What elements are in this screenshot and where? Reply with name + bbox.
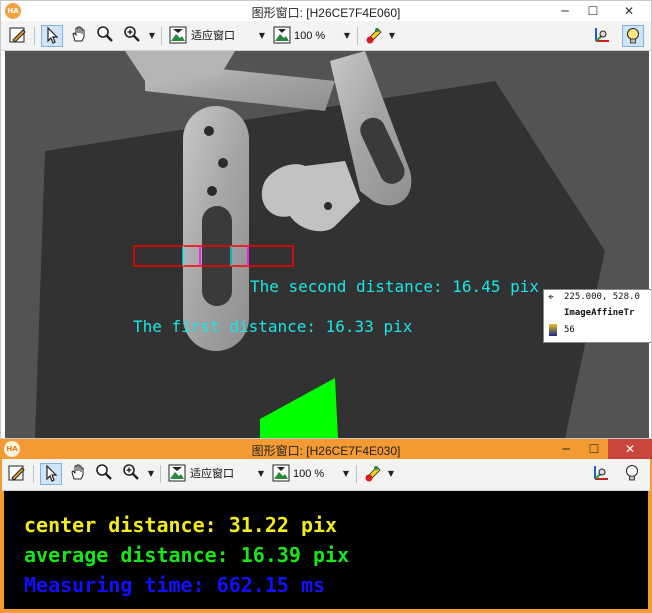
bulb-icon[interactable] [621,463,643,485]
measuring-time-text: Measuring time: 662.15 ms [24,573,326,597]
minimize-button[interactable]: ─ [551,1,579,21]
zoom-percent-caret[interactable]: ▼ [341,463,351,485]
axis-icon[interactable] [590,463,612,485]
toolbar-separator [356,465,357,483]
hand-icon[interactable] [67,463,89,485]
crosshair-icon: ⌖ [548,292,554,303]
close-button[interactable]: ✕ [607,1,651,21]
tooltip-gray-value: 56 [564,325,575,335]
pencil-icon[interactable] [6,463,28,485]
average-distance-text: average distance: 16.39 pix [24,543,350,567]
fit-dropdown-caret[interactable]: ▼ [256,463,266,485]
zoom-in-icon[interactable] [121,25,143,47]
image-zoom-icon[interactable] [270,463,292,485]
hole [207,186,217,196]
tooltip-image-name: ImageAffineTr [564,308,635,318]
toolbar: ▼ 适应窗口 ▼ 100 % ▼ ▼ [1,21,651,51]
image-fit-icon[interactable] [167,25,189,47]
result-display[interactable]: center distance: 31.22 pix average dista… [4,491,648,609]
fit-dropdown-caret[interactable]: ▼ [257,25,267,47]
pixel-info-tooltip: ⌖ 225.000, 528.0 ImageAffineTr 56 [543,289,651,343]
zoom-percent-label[interactable]: 100 % [293,463,324,485]
strip-slot-hole [202,206,232,306]
gray-value-swatch [549,324,557,336]
hole [324,202,332,210]
color-dropdown-caret[interactable]: ▼ [387,25,397,47]
image-fit-icon[interactable] [166,463,188,485]
axis-icon[interactable] [591,25,613,47]
graphics-window-bottom: HA 图形窗口: [H26CE7F4E030] ─ ☐ ✕ ▼ 适应窗口 ▼ 1… [0,439,652,613]
zoom-in-icon[interactable] [120,463,142,485]
zoom-percent-caret[interactable]: ▼ [342,25,352,47]
title-bar[interactable]: HA 图形窗口: [H26CE7F4E030] ─ ☐ ✕ [0,439,652,459]
toolbar-separator [33,465,34,483]
image-canvas [5,51,649,438]
color-dropdown-caret[interactable]: ▼ [386,463,396,485]
pointer-icon[interactable] [40,463,62,485]
hole [204,126,214,136]
zoom-dropdown-caret[interactable]: ▼ [147,25,157,47]
maximize-button[interactable]: ☐ [580,439,608,459]
center-distance-text: center distance: 31.22 pix [24,513,338,537]
tooltip-coords: 225.000, 528.0 [564,292,640,302]
toolbar-separator [34,27,35,45]
zoom-dropdown-caret[interactable]: ▼ [146,463,156,485]
toolbar-separator [357,27,358,45]
close-button[interactable]: ✕ [608,439,652,459]
zoom-percent-label[interactable]: 100 % [294,25,325,47]
fit-window-label[interactable]: 适应窗口 [191,25,235,47]
title-bar[interactable]: HA 图形窗口: [H26CE7F4E060] ─ ☐ ✕ [1,1,651,21]
hand-icon[interactable] [68,25,90,47]
maximize-button[interactable]: ☐ [579,1,607,21]
magnifier-icon[interactable] [93,463,115,485]
first-distance-text: The first distance: 16.33 pix [133,317,413,336]
toolbar-separator [161,27,162,45]
image-zoom-icon[interactable] [271,25,293,47]
color-picker-icon[interactable] [363,25,385,47]
pencil-icon[interactable] [7,25,29,47]
graphics-window-top: HA 图形窗口: [H26CE7F4E060] ─ ☐ ✕ ▼ 适应窗口 ▼ 1… [0,0,652,439]
magnifier-icon[interactable] [94,25,116,47]
color-picker-icon[interactable] [362,463,384,485]
bulb-icon[interactable] [622,25,644,47]
fit-window-label[interactable]: 适应窗口 [190,463,234,485]
pointer-icon[interactable] [41,25,63,47]
image-display[interactable]: The second distance: 16.45 pix The first… [5,51,649,438]
toolbar: ▼ 适应窗口 ▼ 100 % ▼ ▼ [2,459,650,491]
hole [218,158,228,168]
minimize-button[interactable]: ─ [552,439,580,459]
second-distance-text: The second distance: 16.45 pix [250,277,539,296]
toolbar-separator [160,465,161,483]
